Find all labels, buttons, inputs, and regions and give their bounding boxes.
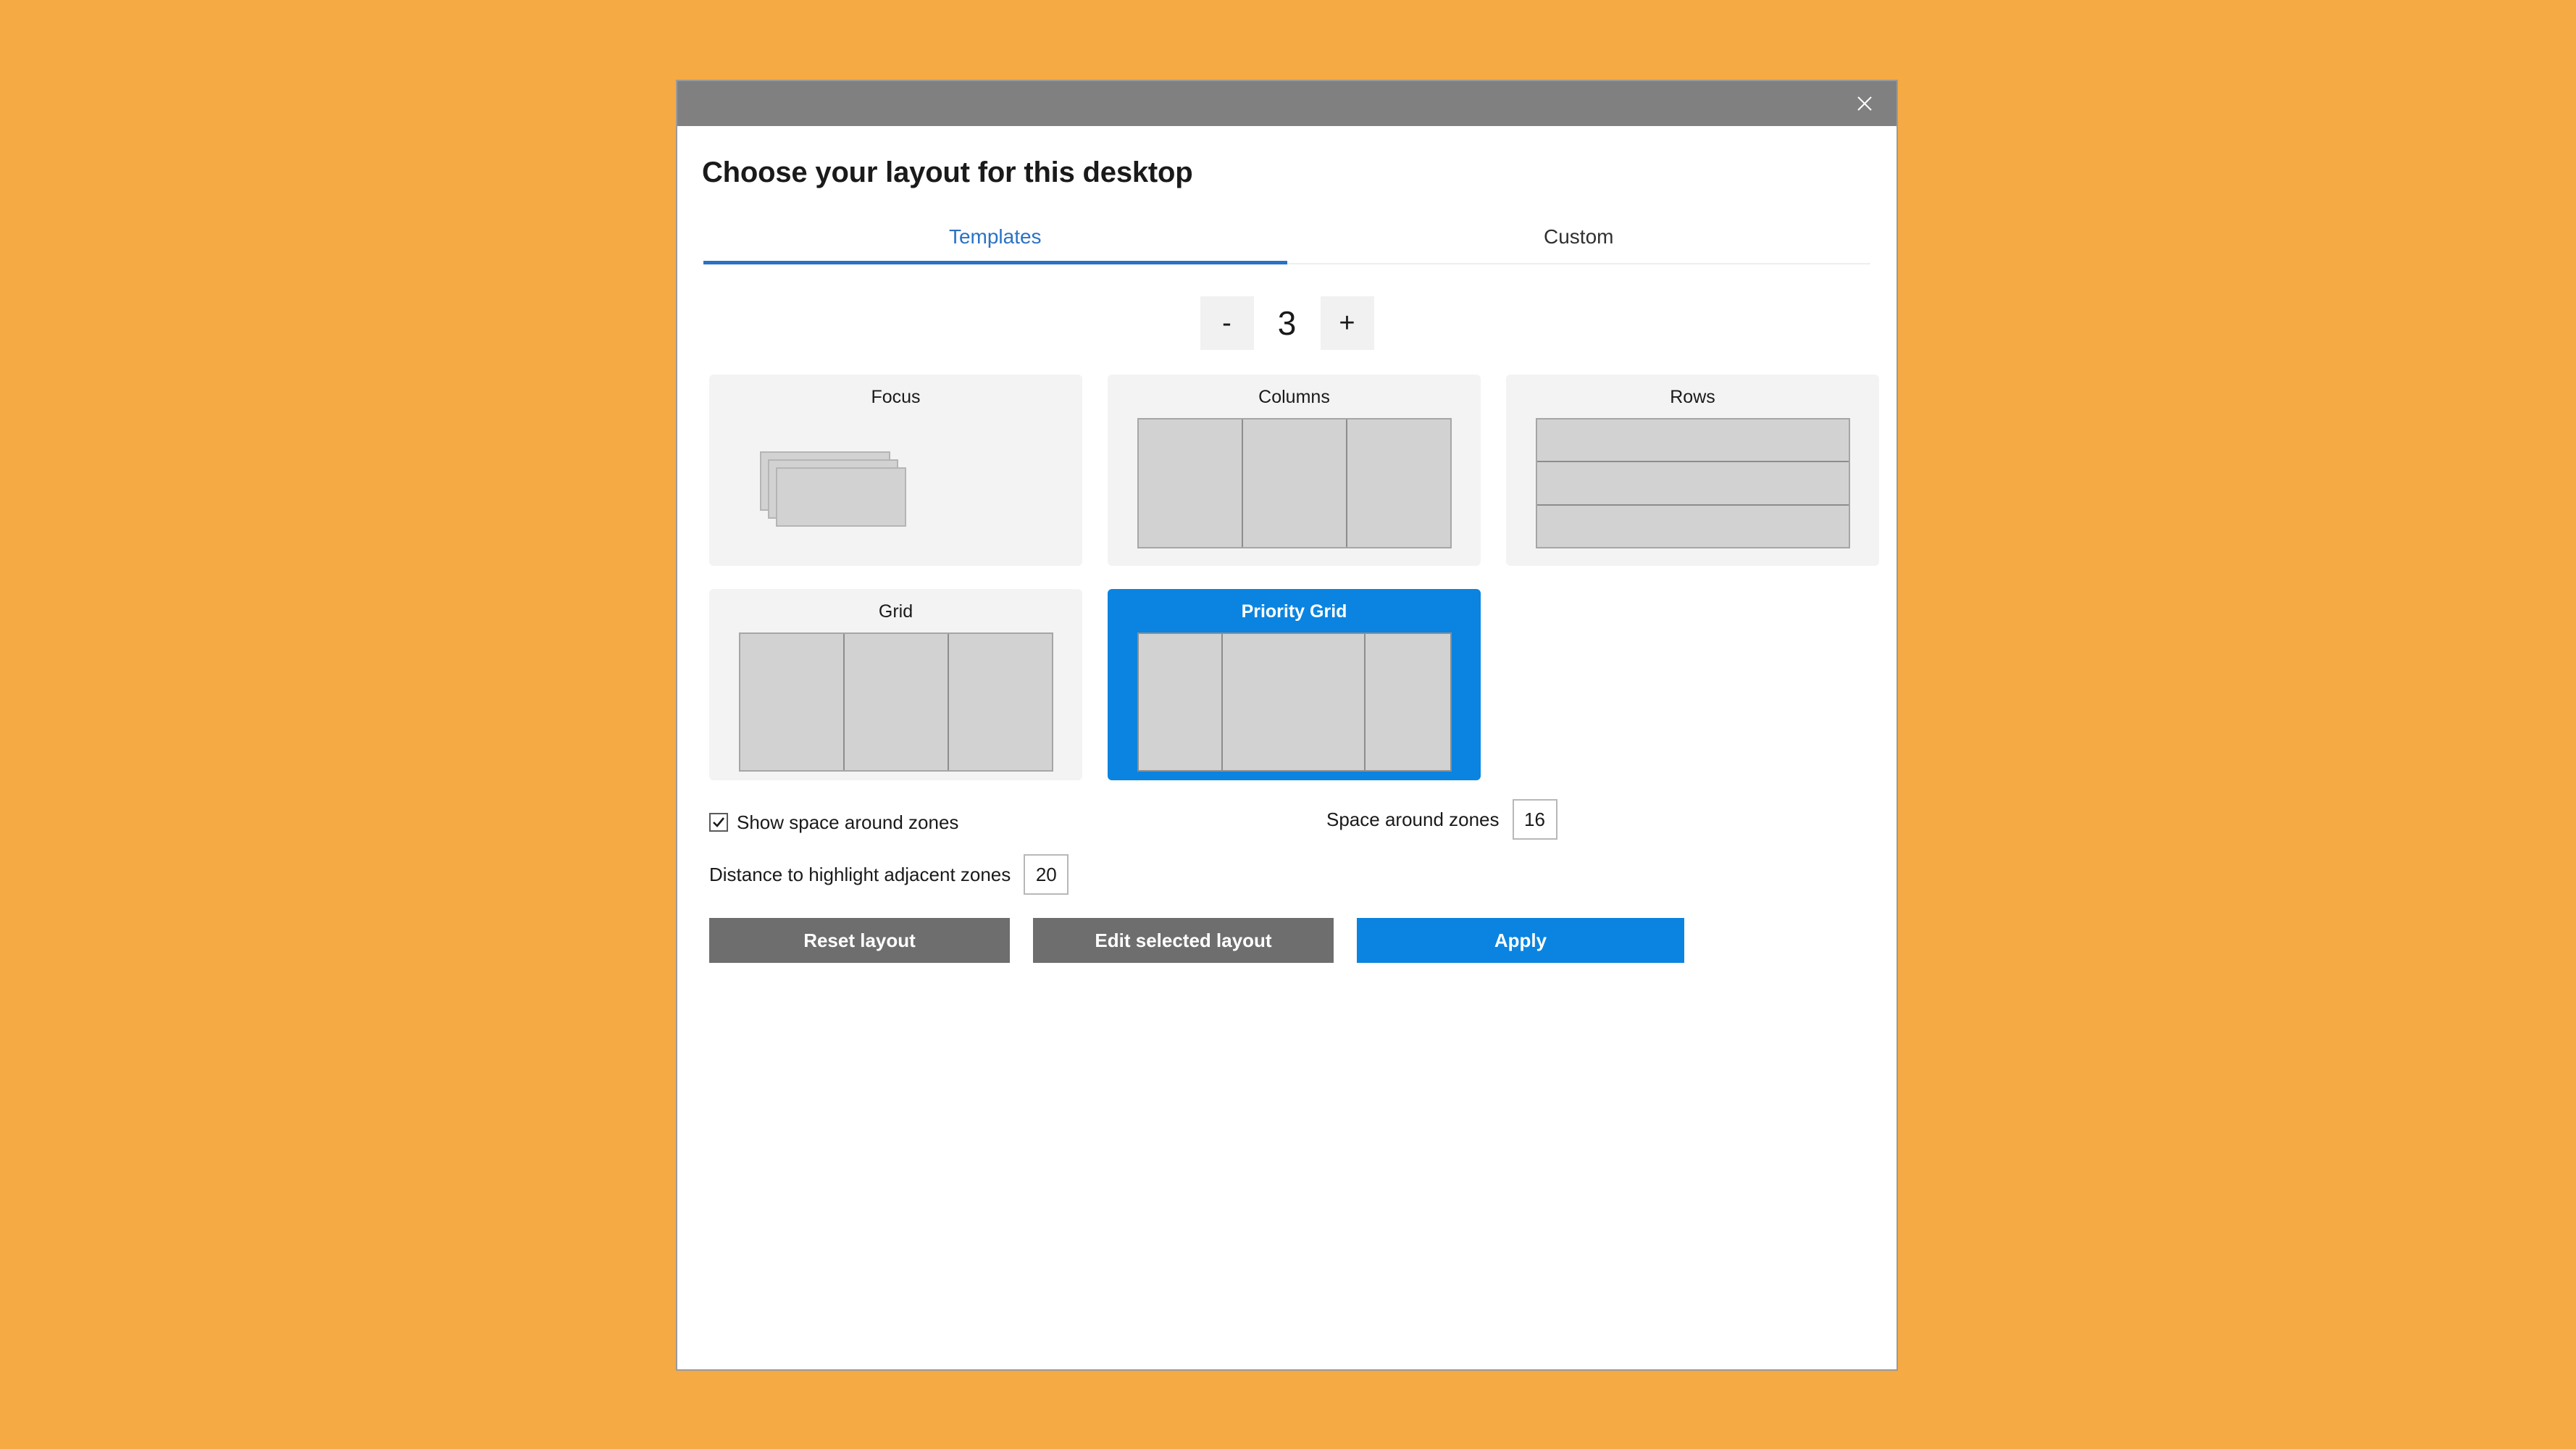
zone-column <box>1243 419 1347 547</box>
template-preview-rows <box>1521 417 1865 551</box>
template-card-label: Priority Grid <box>1241 601 1347 622</box>
apply-button[interactable]: Apply <box>1357 918 1684 963</box>
template-card-focus[interactable]: Focus <box>709 375 1082 566</box>
distance-highlight-group: Distance to highlight adjacent zones 20 <box>709 854 1870 895</box>
template-card-label: Grid <box>878 601 913 622</box>
edit-selected-layout-button[interactable]: Edit selected layout <box>1033 918 1334 963</box>
template-preview-columns <box>1122 417 1466 551</box>
template-card-label: Columns <box>1258 387 1330 407</box>
zone-column <box>740 634 845 770</box>
template-preview-focus <box>724 417 1068 551</box>
layout-picker-window: Choose your layout for this desktop Temp… <box>676 80 1898 1371</box>
template-preview-grid <box>724 631 1068 772</box>
zone-count-stepper: - 3 + <box>703 296 1870 350</box>
focus-window-rect <box>776 467 906 527</box>
zone-column <box>845 634 949 770</box>
close-button[interactable] <box>1833 81 1897 126</box>
space-around-zones-input[interactable]: 16 <box>1512 799 1557 840</box>
check-icon <box>713 817 725 827</box>
dialog-footer: Reset layout Edit selected layout Apply <box>703 918 1870 963</box>
distance-highlight-input[interactable]: 20 <box>1024 854 1069 895</box>
template-card-priority-grid[interactable]: Priority Grid <box>1108 589 1481 780</box>
template-card-label: Focus <box>871 387 921 407</box>
show-space-around-zones-label: Show space around zones <box>737 811 959 833</box>
zone-column <box>949 634 1052 770</box>
template-card-grid[interactable]: Grid <box>709 589 1082 780</box>
zone-column <box>1347 419 1450 547</box>
reset-layout-button[interactable]: Reset layout <box>709 918 1010 963</box>
zone-column <box>1139 419 1243 547</box>
template-grid: Focus Columns Rows Grid Priority Grid <box>703 375 1879 780</box>
settings-row-space: Show space around zones Space around zon… <box>709 799 1870 843</box>
zone-count-decrement-button[interactable]: - <box>1200 296 1254 350</box>
space-around-zones-label: Space around zones <box>1326 808 1500 830</box>
settings-section: Show space around zones Space around zon… <box>703 799 1870 895</box>
tab-bar: Templates Custom <box>703 218 1870 264</box>
tab-custom[interactable]: Custom <box>1287 218 1871 263</box>
show-space-around-zones-checkbox[interactable]: Show space around zones <box>709 811 958 834</box>
zone-column <box>1139 634 1223 770</box>
distance-highlight-label: Distance to highlight adjacent zones <box>709 863 1011 885</box>
zone-count-value: 3 <box>1277 304 1297 342</box>
tab-templates[interactable]: Templates <box>703 218 1287 264</box>
template-card-rows[interactable]: Rows <box>1506 375 1879 566</box>
template-card-label: Rows <box>1670 387 1715 407</box>
zone-column <box>1223 634 1366 770</box>
checkbox-box <box>709 813 728 832</box>
page-title: Choose your layout for this desktop <box>702 156 1193 188</box>
template-card-columns[interactable]: Columns <box>1108 375 1481 566</box>
window-titlebar <box>677 81 1897 126</box>
template-preview-priority-grid <box>1122 631 1466 772</box>
zone-count-increment-button[interactable]: + <box>1320 296 1374 350</box>
zone-row <box>1536 462 1849 506</box>
space-around-zones-group: Space around zones 16 <box>1326 799 1557 840</box>
close-icon <box>1855 94 1874 113</box>
zone-row <box>1536 419 1849 463</box>
dialog-body: Choose your layout for this desktop Temp… <box>677 126 1897 1369</box>
zone-column <box>1366 634 1450 770</box>
zone-row <box>1537 506 1849 547</box>
